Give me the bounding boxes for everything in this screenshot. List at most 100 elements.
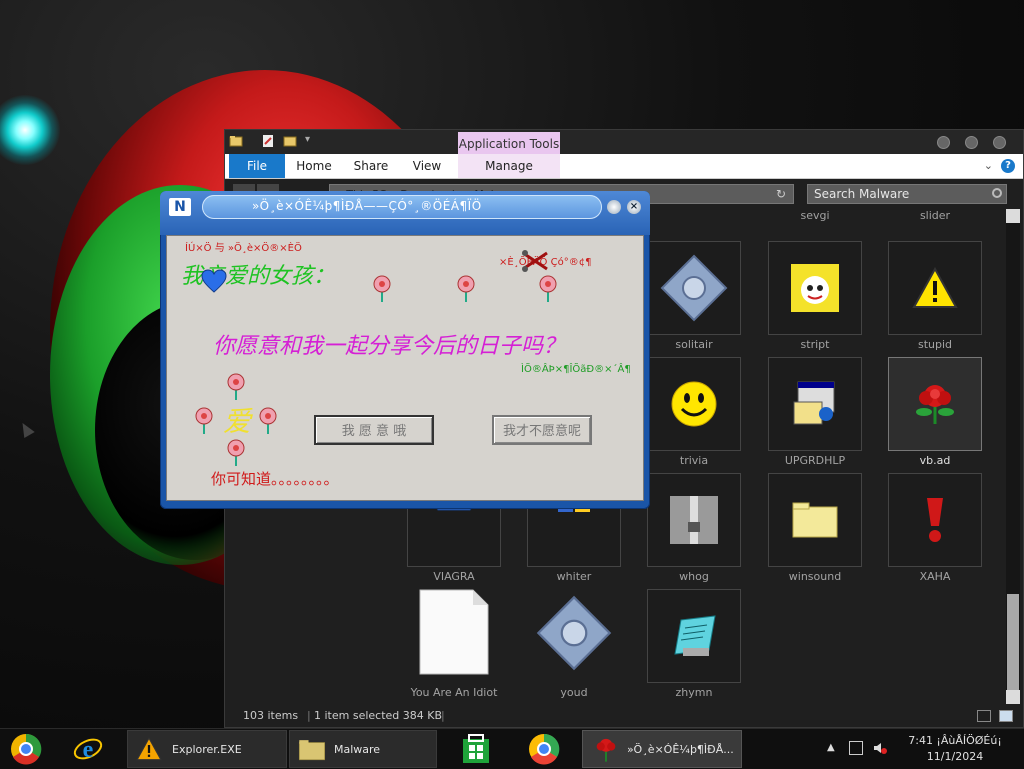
warning-icon <box>136 737 162 761</box>
app-logo-icon: N <box>169 198 191 216</box>
yes-button[interactable]: 我 愿 意 哦 <box>314 415 434 445</box>
love-message-dialog[interactable]: N »Ö¸è×ÓÊ¼þ¶ÌÐÅ——ÇÓ°¸®­ÖÉÁ¶ÏÖ × ÍÚ×Ö 与 »… <box>160 191 650 509</box>
file-label: trivia <box>679 454 709 467</box>
scroll-down-button[interactable] <box>1006 690 1020 704</box>
setup-window-icon <box>793 381 835 425</box>
taskbar-button-explorer-exe[interactable]: Explorer.EXE <box>127 730 287 768</box>
file-label: VIAGRA <box>433 570 475 583</box>
file-label: vb.ad <box>919 454 951 467</box>
file-item-trivia[interactable]: trivia <box>635 357 753 473</box>
taskbar-label: »Ö¸è×ÓÊ¼þ¶ÌÐÅ... <box>627 743 734 756</box>
file-item-youd[interactable]: youd <box>515 589 633 705</box>
file-item-whog[interactable]: whog <box>635 473 753 589</box>
file-label: XAHA <box>919 570 951 583</box>
vertical-scrollbar[interactable] <box>1006 209 1020 704</box>
pink-flower-icon <box>457 275 475 302</box>
footer-text: 你可知道。。。。。。。。 <box>211 470 339 488</box>
dialog-title: »Ö¸è×ÓÊ¼þ¶ÌÐÅ——ÇÓ°¸®­ÖÉÁ¶ÏÖ <box>252 199 482 213</box>
no-button[interactable]: 我才不愿意呢 <box>492 415 592 445</box>
green-note: ÌÕ®ÂÞ×¶ÎÕãÐ®×´Â¶ <box>521 364 631 375</box>
network-icon[interactable] <box>849 741 863 755</box>
pink-flower-icon <box>227 373 245 400</box>
red-rose-icon <box>916 385 954 424</box>
clown-image-icon <box>791 264 839 312</box>
taskbar-button-love-dialog[interactable]: »Ö¸è×ÓÊ¼þ¶ÌÐÅ... <box>582 730 742 768</box>
dialog-close-button[interactable]: × <box>627 200 641 214</box>
new-folder-icon[interactable] <box>283 134 297 148</box>
warning-icon <box>912 267 958 308</box>
file-item-stupid[interactable]: stupid <box>876 241 994 357</box>
pink-flower-icon <box>259 407 277 434</box>
red-rose-icon <box>596 738 616 762</box>
file-label: zhymn <box>675 686 713 699</box>
volume-muted-icon[interactable] <box>873 741 887 755</box>
tab-file[interactable]: File <box>229 154 285 178</box>
status-item-count: 103 items <box>243 709 299 722</box>
notepad-icon <box>674 615 716 656</box>
svg-text:e: e <box>83 737 94 763</box>
blue-heart-icon <box>201 269 227 293</box>
file-label: sevgi <box>800 209 830 222</box>
chrome-icon[interactable] <box>528 733 560 765</box>
store-icon[interactable] <box>460 733 492 765</box>
scissors-icon[interactable] <box>521 249 549 273</box>
file-item-xaha[interactable]: XAHA <box>876 473 994 589</box>
file-item-you-are-an-idiot[interactable]: You Are An Idiot <box>395 589 513 705</box>
file-label: You Are An Idiot <box>410 686 498 699</box>
taskbar: e Explorer.EXE Malware »Ö¸è×ÓÊ¼þ¶ÌÐÅ... … <box>0 728 1024 769</box>
qat-dropdown-icon[interactable]: ▾ <box>305 134 310 145</box>
folder-icon[interactable] <box>229 134 243 148</box>
internet-explorer-icon[interactable]: e <box>72 733 104 765</box>
dialog-minimize-button[interactable] <box>607 200 621 214</box>
blank-document-icon <box>419 589 489 675</box>
file-item-sevgi[interactable]: sevgi <box>756 112 874 228</box>
file-label: whiter <box>556 570 592 583</box>
large-icons-view-icon[interactable] <box>999 710 1013 722</box>
file-item-stript[interactable]: stript <box>756 241 874 357</box>
properties-icon[interactable] <box>261 134 275 148</box>
tab-share[interactable]: Share <box>345 154 397 178</box>
status-selection: 1 item selected 384 KB <box>314 709 443 722</box>
scroll-up-button[interactable] <box>1006 209 1020 223</box>
taskbar-button-malware[interactable]: Malware <box>289 730 437 768</box>
clock-time[interactable]: 7:41 ¡ÂùÅÍÖØÉú¡ <box>900 734 1010 747</box>
details-view-icon[interactable] <box>977 710 991 722</box>
chrome-canary-icon[interactable] <box>10 733 42 765</box>
question-text: 你愿意和我一起分享今后的日子吗？ <box>213 334 566 359</box>
tab-home[interactable]: Home <box>289 154 339 178</box>
taskbar-label: Malware <box>334 743 381 756</box>
folder-icon <box>792 502 838 538</box>
file-item-vb-ad[interactable]: vb.ad <box>876 357 994 473</box>
clock-date[interactable]: 11/1/2024 <box>900 750 1010 763</box>
dialog-body: ÍÚ×Ö 与 »Ö¸è×Ö®×ÈÖ ×È¸ÕÈÄÖ Çó°®¢¶ 我亲爱的女孩：… <box>166 235 644 501</box>
status-bar: 103 items | 1 item selected 384 KB | <box>225 704 1023 728</box>
love-character: 爱 <box>223 405 252 438</box>
file-item-slider[interactable]: slider <box>876 112 994 228</box>
pink-flower-icon <box>539 275 557 302</box>
help-icon[interactable]: ? <box>1001 159 1015 173</box>
diamond-gear-icon <box>660 254 728 322</box>
file-item-winsound[interactable]: winsound <box>756 473 874 589</box>
diamond-gear-icon <box>536 595 612 671</box>
file-item-solitair[interactable]: solitair <box>635 241 753 357</box>
file-label: winsound <box>788 570 842 583</box>
pink-flower-icon <box>195 407 213 434</box>
file-label: slider <box>919 209 951 222</box>
scroll-thumb[interactable] <box>1007 594 1019 694</box>
pink-flower-icon <box>227 439 245 466</box>
close-button[interactable] <box>993 136 1006 149</box>
folder-icon <box>298 740 326 761</box>
zip-icon <box>670 496 718 544</box>
file-label: whog <box>679 570 709 583</box>
pink-flower-icon <box>373 275 391 302</box>
top-left-caption: ÍÚ×Ö 与 »Ö¸è×Ö®×ÈÖ <box>185 243 302 254</box>
show-hidden-icons-icon[interactable]: ▲ <box>827 742 835 753</box>
file-item-upgrdhlp[interactable]: UPGRDHLP <box>756 357 874 473</box>
file-label: stupid <box>917 338 953 351</box>
dialog-header[interactable]: N »Ö¸è×ÓÊ¼þ¶ÌÐÅ——ÇÓ°¸®­ÖÉÁ¶ÏÖ × <box>160 191 650 235</box>
file-label: solitair <box>675 338 713 351</box>
red-exclamation-icon <box>927 498 943 542</box>
mouse-cursor-icon <box>17 419 35 439</box>
file-item-zhymn[interactable]: zhymn <box>635 589 753 705</box>
wallpaper-glow <box>0 95 60 165</box>
